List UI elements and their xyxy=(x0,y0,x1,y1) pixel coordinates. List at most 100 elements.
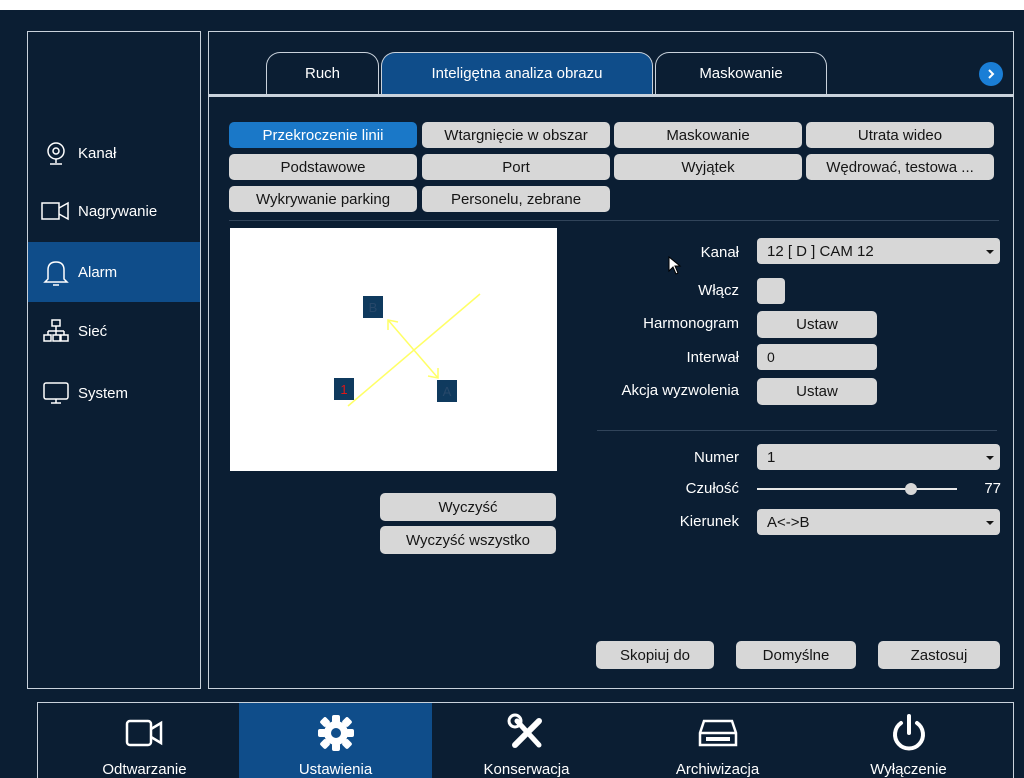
chevron-down-icon xyxy=(986,250,994,254)
nav-label: Archiwizacja xyxy=(675,761,760,778)
copy-to-button[interactable]: Skopiuj do xyxy=(596,641,714,669)
side-item-system[interactable]: System xyxy=(28,364,200,422)
nav-label: Ustawienia xyxy=(298,761,373,778)
tab-label: Inteligętna analiza obrazu xyxy=(431,65,603,82)
marker-b[interactable]: B xyxy=(363,296,383,318)
clear-all-button[interactable]: Wyczyść wszystko xyxy=(380,526,556,554)
subtab-maskowanie[interactable]: Maskowanie xyxy=(614,122,802,148)
sensitivity-value: 77 xyxy=(984,480,1001,497)
bell-icon xyxy=(36,258,76,286)
video-preview[interactable]: B A 1 xyxy=(230,228,557,471)
monitor-icon xyxy=(36,381,76,405)
subtab-label: Wtargnięcie w obszar xyxy=(444,126,588,144)
button-label: Wyczyść wszystko xyxy=(405,531,531,549)
side-item-label: Kanał xyxy=(78,144,117,162)
dvr-settings-screen: Kanał Nagrywanie Alarm Sieć System Ruch … xyxy=(0,10,1024,778)
interval-value: 0 xyxy=(767,349,775,365)
chevron-down-icon xyxy=(986,521,994,525)
subtab-wedrowac[interactable]: Wędrować, testowa ... xyxy=(806,154,994,180)
tab-inteligetna-analiza[interactable]: Inteligętna analiza obrazu xyxy=(381,52,653,94)
tab-divider xyxy=(209,94,1013,97)
side-item-label: Nagrywanie xyxy=(78,202,158,220)
side-item-label: Alarm xyxy=(78,263,118,281)
button-label: Ustaw xyxy=(796,316,838,333)
schedule-label: Harmonogram xyxy=(643,315,739,332)
channel-value: 12 [ D ] CAM 12 xyxy=(767,242,874,260)
side-item-nagrywanie[interactable]: Nagrywanie xyxy=(28,182,200,240)
subtab-przekroczenie-linii[interactable]: Przekroczenie linii xyxy=(229,122,417,148)
button-label: Ustaw xyxy=(796,383,838,400)
marker-label: A xyxy=(442,383,452,399)
side-item-label: Sieć xyxy=(78,322,108,340)
subtab-label: Personelu, zebrane xyxy=(450,190,582,208)
subtab-personelu-zebrane[interactable]: Personelu, zebrane xyxy=(422,186,610,212)
number-select[interactable]: 1 xyxy=(757,444,1000,470)
nav-archiwizacja[interactable]: Archiwizacja xyxy=(621,703,814,778)
tab-ruch[interactable]: Ruch xyxy=(266,52,379,94)
subtab-label: Maskowanie xyxy=(666,126,750,144)
subtab-label: Wykrywanie parking xyxy=(255,190,391,208)
subtab-wykrywanie-parking[interactable]: Wykrywanie parking xyxy=(229,186,417,212)
marker-label: B xyxy=(368,299,378,315)
enable-checkbox[interactable] xyxy=(757,278,785,304)
subtab-label: Wędrować, testowa ... xyxy=(826,158,974,176)
subtab-label: Port xyxy=(502,158,530,176)
bottom-navigation: Odtwarzanie Ustawienia Konserwacja Archi… xyxy=(37,702,1014,778)
subtab-label: Wyjątek xyxy=(681,158,735,176)
camera-icon xyxy=(36,140,76,166)
clear-button[interactable]: Wyczyść xyxy=(380,493,556,521)
next-tab-button[interactable] xyxy=(979,62,1003,86)
nav-label: Wyłączenie xyxy=(870,761,947,778)
number-label: Numer xyxy=(693,449,739,466)
chevron-down-icon xyxy=(986,456,994,460)
subtab-label: Przekroczenie linii xyxy=(262,126,384,144)
side-item-alarm[interactable]: Alarm xyxy=(28,242,200,302)
marker-label: 1 xyxy=(340,381,348,397)
button-label: Zastosuj xyxy=(910,646,968,664)
side-item-siec[interactable]: Sieć xyxy=(28,302,200,360)
network-icon xyxy=(36,318,76,344)
left-menu: Kanał Nagrywanie Alarm Sieć System xyxy=(27,31,201,689)
subtab-port[interactable]: Port xyxy=(422,154,610,180)
nav-label: Odtwarzanie xyxy=(102,761,187,778)
enable-label: Włącz xyxy=(698,282,739,299)
channel-label: Kanał xyxy=(700,244,739,261)
chevron-right-icon xyxy=(988,69,995,79)
top-tab-bar: Ruch Inteligętna analiza obrazu Maskowan… xyxy=(209,32,1013,96)
sensitivity-slider-thumb[interactable] xyxy=(905,483,917,495)
nav-ustawienia[interactable]: Ustawienia xyxy=(239,703,432,778)
subtab-utrata-wideo[interactable]: Utrata wideo xyxy=(806,122,994,148)
default-button[interactable]: Domyślne xyxy=(736,641,856,669)
power-icon xyxy=(891,711,927,755)
channel-select[interactable]: 12 [ D ] CAM 12 xyxy=(757,238,1000,264)
tab-maskowanie[interactable]: Maskowanie xyxy=(655,52,827,94)
tab-label: Maskowanie xyxy=(699,65,783,82)
mouse-cursor-icon xyxy=(668,256,682,275)
schedule-set-button[interactable]: Ustaw xyxy=(757,311,877,338)
main-panel: Ruch Inteligętna analiza obrazu Maskowan… xyxy=(208,31,1014,689)
nav-label: Konserwacja xyxy=(483,761,570,778)
subtab-wtargniecie[interactable]: Wtargnięcie w obszar xyxy=(422,122,610,148)
tripwire-overlay xyxy=(347,293,481,407)
side-item-label: System xyxy=(78,384,129,402)
direction-label: Kierunek xyxy=(679,513,739,530)
interval-input[interactable]: 0 xyxy=(757,344,877,370)
number-value: 1 xyxy=(767,448,776,466)
subtab-podstawowe[interactable]: Podstawowe xyxy=(229,154,417,180)
sensitivity-slider-track[interactable] xyxy=(757,488,957,490)
apply-button[interactable]: Zastosuj xyxy=(878,641,1000,669)
sensitivity-label: Czułość xyxy=(685,480,739,497)
nav-wylaczenie[interactable]: Wyłączenie xyxy=(812,703,1005,778)
subtab-label: Podstawowe xyxy=(280,158,366,176)
side-item-kanal[interactable]: Kanał xyxy=(28,124,200,182)
trigger-set-button[interactable]: Ustaw xyxy=(757,378,877,405)
nav-odtwarzanie[interactable]: Odtwarzanie xyxy=(48,703,241,778)
subtab-wyjatek[interactable]: Wyjątek xyxy=(614,154,802,180)
direction-arrow-line xyxy=(387,319,439,379)
button-label: Domyślne xyxy=(762,646,830,664)
marker-a[interactable]: A xyxy=(437,380,457,402)
nav-konserwacja[interactable]: Konserwacja xyxy=(430,703,623,778)
marker-line-number[interactable]: 1 xyxy=(334,378,354,400)
button-label: Skopiuj do xyxy=(619,646,691,664)
direction-select[interactable]: A<->B xyxy=(757,509,1000,535)
